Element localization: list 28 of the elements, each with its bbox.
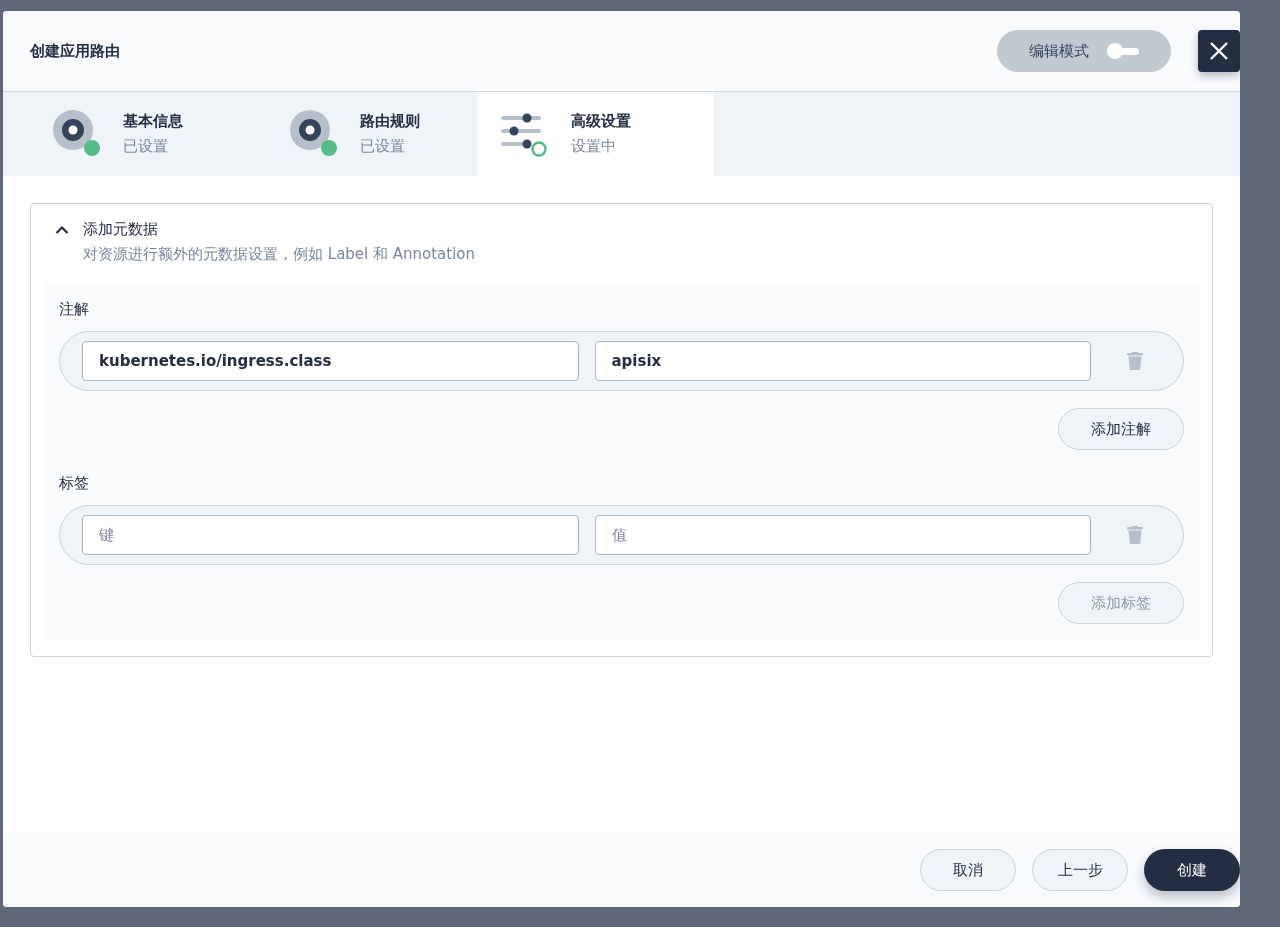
chevron-icon[interactable] bbox=[55, 225, 69, 234]
step-done-icon bbox=[53, 110, 101, 158]
group-label: 标签 bbox=[59, 474, 90, 493]
footer-button[interactable]: 上一步 bbox=[1032, 849, 1128, 891]
value-input[interactable]: apisix bbox=[594, 341, 1091, 381]
add-button[interactable]: 添加注解 bbox=[1058, 408, 1184, 450]
footer-button[interactable]: 取消 bbox=[920, 849, 1016, 891]
section-title: 添加元数据 bbox=[83, 220, 158, 239]
step-tab[interactable]: 路由规则 已设置 bbox=[240, 92, 477, 176]
dialog-title: 创建应用路由 bbox=[30, 41, 121, 61]
step-status: 已设置 bbox=[360, 137, 406, 156]
step-tab[interactable]: 高级设置 设置中 bbox=[477, 92, 714, 176]
step-title: 高级设置 bbox=[571, 112, 631, 131]
step-title: 基本信息 bbox=[123, 112, 183, 131]
close-icon bbox=[1209, 41, 1229, 61]
group-label: 注解 bbox=[59, 300, 90, 319]
section-description: 对资源进行额外的元数据设置，例如 Label 和 Annotation bbox=[82, 245, 477, 264]
edit-mode-toggle[interactable]: 编辑模式 bbox=[997, 30, 1171, 72]
value-input[interactable]: 值 bbox=[594, 515, 1091, 555]
step-status: 已设置 bbox=[123, 137, 169, 156]
close-button[interactable] bbox=[1198, 30, 1240, 72]
step-status: 设置中 bbox=[571, 137, 617, 156]
step-tab[interactable]: 基本信息 已设置 bbox=[3, 92, 240, 176]
step-title: 路由规则 bbox=[360, 112, 420, 131]
key-input[interactable]: kubernetes.io/ingress.class bbox=[82, 341, 579, 381]
key-input[interactable]: 键 bbox=[82, 515, 579, 555]
create-button[interactable]: 创建 bbox=[1144, 849, 1240, 891]
step-done-icon bbox=[290, 110, 338, 158]
